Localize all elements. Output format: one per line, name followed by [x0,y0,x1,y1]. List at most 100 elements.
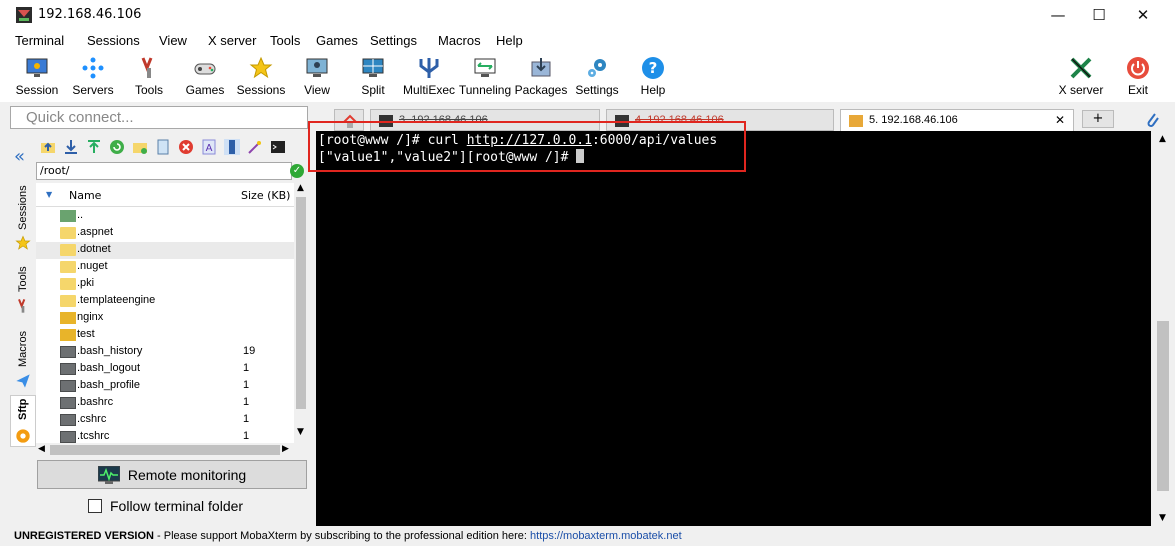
paperclip-icon[interactable] [1144,110,1160,128]
file-row[interactable]: .bash_history 19 [36,344,294,361]
check-icon[interactable]: ✓ [290,164,304,178]
menu-settings[interactable]: Settings [370,33,417,48]
terminal-icon[interactable] [270,139,286,155]
folder-icon [60,244,76,256]
follow-terminal-checkbox[interactable] [88,499,102,513]
collapse-sidebar-icon[interactable]: « [14,148,32,166]
maximize-button[interactable]: ☐ [1076,0,1122,30]
terminal-scroll-thumb[interactable] [1157,321,1169,491]
view-button[interactable]: View [287,52,347,102]
window-title: 192.168.46.106 [38,7,142,22]
session-label: Session [15,83,59,97]
gamepad-icon [194,63,216,75]
file-row[interactable]: .tcshrc 1 [36,429,294,443]
file-size: 19 [243,345,256,357]
tunneling-button[interactable]: Tunneling [455,52,515,102]
tab-tools[interactable]: Tools [10,262,36,318]
file-name: nginx [77,311,104,323]
refresh-icon[interactable] [109,139,125,155]
scroll-right-icon[interactable]: ▶ [282,444,289,454]
servers-button[interactable]: Servers [63,52,123,102]
file-icon [60,397,76,409]
exit-button[interactable]: Exit [1108,52,1168,102]
folder-icon [60,312,76,324]
file-row[interactable]: .bash_profile 1 [36,378,294,395]
games-button[interactable]: Games [175,52,235,102]
column-name[interactable]: Name [69,189,101,202]
download-icon[interactable] [63,139,79,155]
x-server-button[interactable]: X server [1051,52,1111,102]
file-row[interactable]: .dotnet [36,242,294,259]
menu-terminal[interactable]: Terminal [15,33,64,48]
scroll-down-icon[interactable]: ▼ [297,427,304,437]
upload-icon[interactable] [86,139,102,155]
new-file-icon[interactable] [155,139,171,155]
terminal-output[interactable]: [root@www /]# curl http://127.0.0.1:6000… [316,131,1151,526]
new-folder-icon[interactable] [132,139,148,155]
file-name: .bash_logout [77,362,140,374]
menu-x-server[interactable]: X server [208,33,256,48]
remote-monitoring-button[interactable]: Remote monitoring [37,460,307,489]
tab-sftp[interactable]: Sftp [10,395,36,447]
follow-terminal-label[interactable]: Follow terminal folder [110,498,243,514]
file-row[interactable]: .bashrc 1 [36,395,294,412]
column-size[interactable]: Size (KB) [241,189,290,202]
magic-wand-icon[interactable] [247,139,263,155]
file-row[interactable]: .nuget [36,259,294,276]
permissions-icon[interactable] [224,139,240,155]
status-link[interactable]: https://mobaxterm.mobatek.net [530,530,682,542]
settings-button[interactable]: Settings [567,52,627,102]
scroll-up-icon[interactable]: ▲ [297,183,304,193]
close-tab-icon[interactable]: ✕ [1055,113,1065,127]
terminal-scrollbar[interactable]: ▲ ▼ [1151,131,1175,526]
parent-folder-icon[interactable] [40,139,56,155]
remote-monitoring-label: Remote monitoring [127,466,247,483]
file-row[interactable]: test [36,327,294,344]
menu-tools[interactable]: Tools [270,33,300,48]
packages-button[interactable]: Packages [511,52,571,102]
file-row[interactable]: nginx [36,310,294,327]
file-icon [60,431,76,443]
menu-sessions[interactable]: Sessions [87,33,140,48]
menu-macros[interactable]: Macros [438,33,481,48]
close-button[interactable]: ✕ [1120,0,1166,30]
file-name: .. [77,209,84,221]
sessions-button[interactable]: Sessions [231,52,291,102]
exit-label: Exit [1127,83,1148,97]
file-row[interactable]: .templateengine [36,293,294,310]
quick-connect-input[interactable]: Quick connect... [10,106,308,129]
tab-sessions[interactable]: Sessions [10,175,36,259]
file-list-hscrollbar[interactable]: ◀ ▶ [36,443,294,457]
menu-help[interactable]: Help [496,33,523,48]
split-button[interactable]: Split [343,52,403,102]
rename-icon[interactable]: A [201,139,217,155]
app-logo-icon [16,7,32,23]
session-button[interactable]: Session [7,52,67,102]
delete-icon[interactable] [178,139,194,155]
menu-view[interactable]: View [159,33,187,48]
scroll-up-icon[interactable]: ▲ [1159,134,1166,144]
file-row[interactable]: .pki [36,276,294,293]
file-name: .bash_history [77,345,143,357]
help-button[interactable]: ? Help [623,52,683,102]
tab-macros[interactable]: Macros [10,325,36,391]
file-row[interactable]: .. [36,208,294,225]
file-row[interactable]: .cshrc 1 [36,412,294,429]
menu-games[interactable]: Games [316,33,358,48]
multiexec-button[interactable]: MultiExec [399,52,459,102]
scroll-thumb[interactable] [296,197,306,409]
settings-label: Settings [575,83,619,97]
sort-arrow-icon[interactable]: ▼ [46,190,52,199]
file-size: 1 [243,379,250,391]
file-list-scrollbar[interactable]: ▲ ▼ [294,183,308,443]
hscroll-thumb[interactable] [50,445,280,455]
scroll-left-icon[interactable]: ◀ [38,444,45,454]
tools-button[interactable]: Tools [119,52,179,102]
tab-session-5[interactable]: 5. 192.168.46.106 ✕ [840,109,1074,132]
new-tab-button[interactable]: + [1082,110,1114,128]
file-row[interactable]: .aspnet [36,225,294,242]
minimize-button[interactable]: — [1035,0,1081,30]
scroll-down-icon[interactable]: ▼ [1159,513,1166,523]
file-row[interactable]: .bash_logout 1 [36,361,294,378]
sftp-path-input[interactable]: /root/ [36,162,292,180]
